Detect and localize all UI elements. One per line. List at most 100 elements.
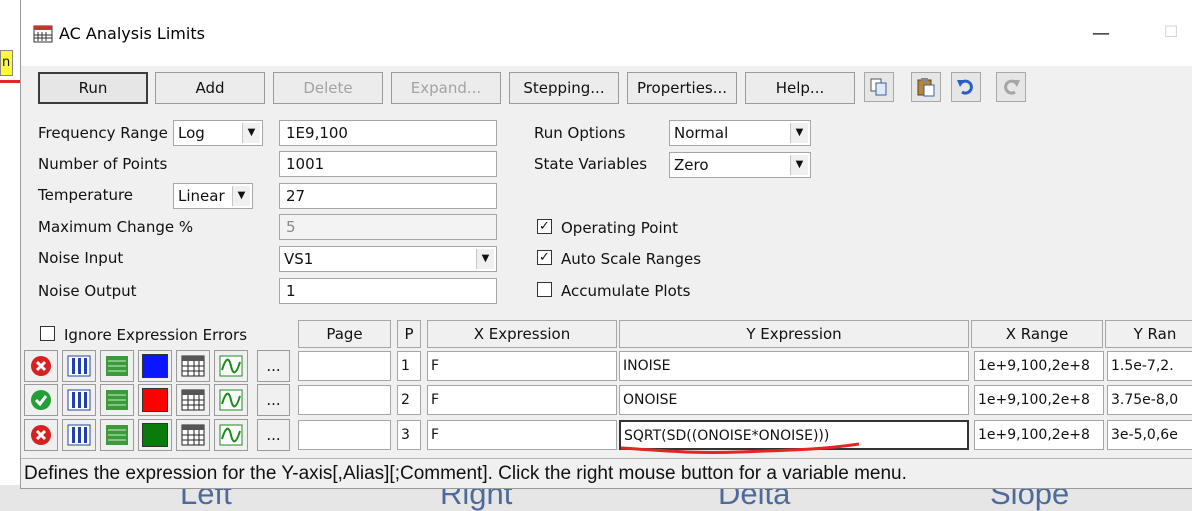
line-width-icon[interactable] (100, 384, 134, 416)
expand-button[interactable]: Expand... (391, 72, 501, 104)
column-header-x-range[interactable]: X Range (971, 320, 1103, 348)
run-options-label: Run Options (534, 124, 626, 142)
waveform-icon[interactable] (214, 419, 248, 451)
state-variables-value: Zero (674, 156, 709, 174)
x-expression-cell[interactable]: F (427, 351, 617, 381)
noise-output-input[interactable]: 1 (279, 278, 497, 304)
column-header-page[interactable]: Page (298, 320, 391, 348)
ac-analysis-limits-dialog: AC Analysis Limits — ☐ Run Add Delete Ex… (20, 0, 1192, 489)
more-button[interactable]: ... (257, 350, 290, 382)
stepping-button[interactable]: Stepping... (509, 72, 619, 104)
app-icon (33, 25, 53, 43)
y-range-cell[interactable]: 3e-5,0,6e (1107, 420, 1192, 450)
maximum-change-input[interactable]: 5 (279, 214, 497, 240)
chevron-down-icon: ▼ (232, 186, 250, 206)
background-tag: n (0, 50, 13, 76)
noise-input-label: Noise Input (38, 249, 124, 267)
temperature-label: Temperature (38, 186, 134, 204)
operating-point-checkbox[interactable]: ✓ (537, 219, 552, 234)
properties-button[interactable]: Properties... (627, 72, 737, 104)
page-cell[interactable] (298, 351, 391, 381)
waveform-icon[interactable] (214, 384, 248, 416)
copy-icon[interactable] (864, 72, 894, 102)
auto-scale-ranges-label: Auto Scale Ranges (561, 250, 702, 268)
x-range-cell[interactable]: 1e+9,100,2e+8 (974, 351, 1104, 381)
more-button[interactable]: ... (257, 384, 290, 416)
p-cell[interactable]: 1 (397, 351, 421, 381)
temperature-input[interactable]: 27 (279, 183, 497, 209)
y-range-cell[interactable]: 1.5e-7,2. (1107, 351, 1192, 381)
color-swatch-fill (142, 423, 168, 447)
undo-icon[interactable] (951, 72, 981, 102)
x-range-cell[interactable]: 1e+9,100,2e+8 (974, 420, 1104, 450)
frequency-range-input[interactable]: 1E9,100 (279, 120, 497, 146)
chevron-down-icon: ▼ (790, 123, 808, 143)
chevron-down-icon: ▼ (476, 249, 494, 269)
column-header-p[interactable]: P (397, 320, 421, 348)
disabled-x-icon[interactable] (24, 419, 58, 451)
x-expression-cell[interactable]: F (427, 385, 617, 415)
minimize-button[interactable]: — (1091, 24, 1111, 44)
table-icon[interactable] (176, 350, 210, 382)
enabled-check-icon[interactable] (24, 384, 58, 416)
run-options-value: Normal (674, 124, 729, 142)
disabled-x-icon[interactable] (24, 350, 58, 382)
frequency-range-mode-select[interactable]: Log ▼ (173, 120, 263, 146)
paste-icon[interactable] (911, 72, 941, 102)
column-header-y-expression[interactable]: Y Expression (619, 320, 969, 348)
page-cell[interactable] (298, 420, 391, 450)
maximize-button[interactable]: ☐ (1159, 22, 1183, 46)
more-button[interactable]: ... (257, 419, 290, 451)
y-expression-cell[interactable]: ONOISE (619, 385, 969, 415)
x-range-cell[interactable]: 1e+9,100,2e+8 (974, 385, 1104, 415)
accumulate-plots-checkbox[interactable] (537, 282, 552, 297)
y-expression-cell[interactable]: INOISE (619, 351, 969, 381)
p-cell[interactable]: 2 (397, 385, 421, 415)
help-button[interactable]: Help... (745, 72, 855, 104)
state-variables-label: State Variables (534, 155, 648, 173)
frequency-range-mode-value: Log (178, 124, 205, 142)
column-header-y-range[interactable]: Y Ran (1105, 320, 1192, 348)
background-canvas (0, 0, 22, 511)
annotation-underline (620, 442, 860, 455)
color-swatch-fill (142, 388, 168, 412)
title-bar: AC Analysis Limits — ☐ (21, 0, 1192, 66)
p-cell[interactable]: 3 (397, 420, 421, 450)
run-button[interactable]: Run (38, 72, 148, 104)
line-style-icon[interactable] (62, 384, 96, 416)
frequency-range-label: Frequency Range (38, 124, 168, 142)
state-variables-select[interactable]: Zero ▼ (669, 152, 811, 178)
number-of-points-label: Number of Points (38, 155, 168, 173)
add-button[interactable]: Add (155, 72, 265, 104)
color-swatch-icon[interactable] (138, 384, 172, 416)
maximum-change-label: Maximum Change % (38, 218, 194, 236)
run-options-select[interactable]: Normal ▼ (669, 120, 811, 146)
color-swatch-icon[interactable] (138, 350, 172, 382)
delete-button[interactable]: Delete (273, 72, 383, 104)
column-header-x-expression[interactable]: X Expression (427, 320, 617, 348)
window-title: AC Analysis Limits (59, 24, 205, 43)
noise-input-select[interactable]: VS1 ▼ (279, 246, 497, 272)
page-cell[interactable] (298, 385, 391, 415)
line-style-icon[interactable] (62, 419, 96, 451)
operating-point-label: Operating Point (561, 219, 679, 237)
redo-icon[interactable] (996, 72, 1026, 102)
color-swatch-icon[interactable] (138, 419, 172, 451)
auto-scale-ranges-checkbox[interactable]: ✓ (537, 250, 552, 265)
ignore-expression-errors-label: Ignore Expression Errors (64, 326, 248, 344)
temperature-mode-value: Linear (178, 187, 225, 205)
line-width-icon[interactable] (100, 419, 134, 451)
x-expression-cell[interactable]: F (427, 420, 617, 450)
waveform-icon[interactable] (214, 350, 248, 382)
line-width-icon[interactable] (100, 350, 134, 382)
chevron-down-icon: ▼ (790, 155, 808, 175)
temperature-mode-select[interactable]: Linear ▼ (173, 183, 253, 209)
table-icon[interactable] (176, 419, 210, 451)
y-range-cell[interactable]: 3.75e-8,0 (1107, 385, 1192, 415)
table-icon[interactable] (176, 384, 210, 416)
accumulate-plots-label: Accumulate Plots (561, 282, 691, 300)
number-of-points-input[interactable]: 1001 (279, 151, 497, 177)
ignore-expression-errors-checkbox[interactable] (40, 326, 55, 341)
line-style-icon[interactable] (62, 350, 96, 382)
chevron-down-icon: ▼ (242, 123, 260, 143)
